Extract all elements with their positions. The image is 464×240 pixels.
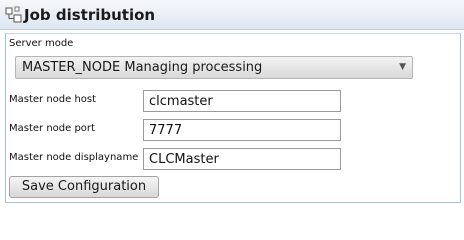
window-title: Job distribution bbox=[24, 6, 156, 24]
master-node-host-input[interactable] bbox=[143, 90, 341, 112]
master-node-port-label: Master node port bbox=[9, 123, 95, 134]
server-mode-value: MASTER_NODE Managing processing bbox=[22, 60, 263, 75]
title-bar: Job distribution bbox=[0, 0, 464, 30]
dropdown-arrow-icon: ▼ bbox=[399, 62, 406, 72]
save-configuration-button[interactable]: Save Configuration bbox=[9, 176, 159, 198]
master-node-displayname-label: Master node displayname bbox=[9, 152, 139, 163]
master-node-displayname-input[interactable] bbox=[143, 148, 341, 170]
server-mode-select[interactable]: MASTER_NODE Managing processing ▼ bbox=[15, 56, 413, 79]
master-node-port-input[interactable] bbox=[143, 119, 341, 141]
server-mode-label: Server mode bbox=[9, 38, 74, 49]
network-nodes-icon bbox=[5, 6, 23, 24]
master-node-host-label: Master node host bbox=[9, 94, 97, 105]
job-distribution-window: Job distribution Server mode MASTER_NODE… bbox=[0, 0, 464, 206]
job-distribution-panel: Server mode MASTER_NODE Managing process… bbox=[5, 33, 461, 203]
